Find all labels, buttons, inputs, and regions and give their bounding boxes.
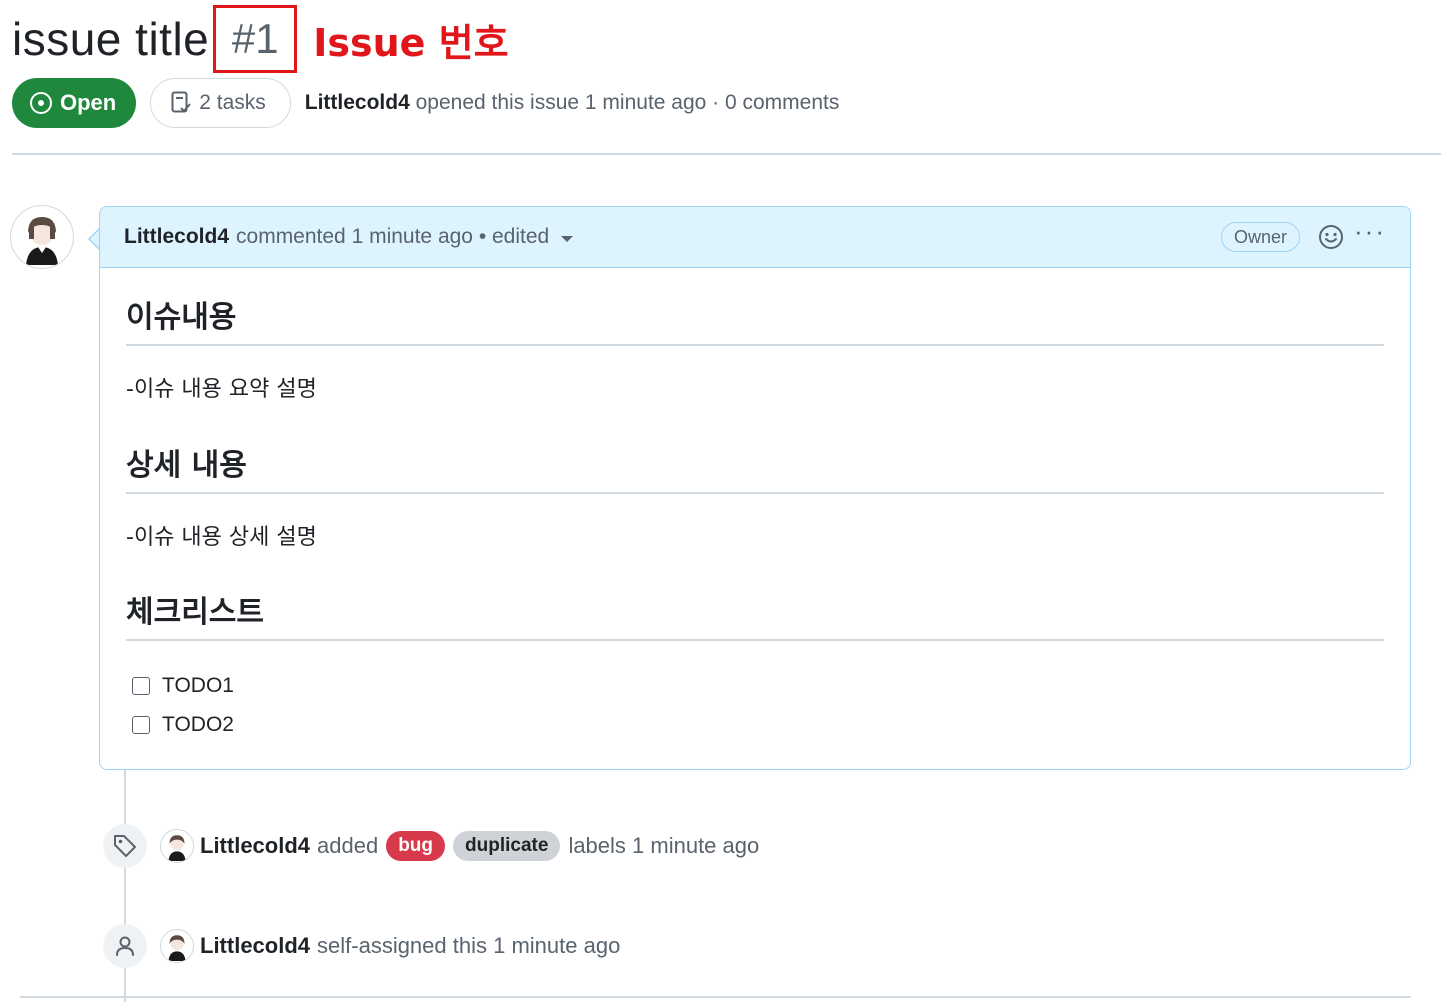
task-item[interactable]: TODO1 bbox=[132, 674, 234, 698]
label-bug[interactable]: bug bbox=[386, 831, 446, 861]
issue-title: issue title bbox=[12, 13, 210, 65]
kebab-horizontal-icon[interactable]: ··· bbox=[1354, 218, 1386, 244]
task-checkbox[interactable] bbox=[132, 716, 150, 734]
avatar[interactable] bbox=[160, 929, 194, 963]
tasks-progress-pill[interactable]: 2 tasks bbox=[150, 78, 291, 128]
timeline-labels-event: Littlecold4 added bug duplicate labels 1… bbox=[160, 828, 759, 864]
task-label: TODO2 bbox=[162, 713, 234, 736]
issue-number-highlight: #1 bbox=[213, 5, 298, 73]
section-heading: 상세 내용 bbox=[126, 448, 247, 483]
section-heading: 이슈내용 bbox=[126, 300, 237, 335]
issue-number: #1 bbox=[231, 15, 279, 62]
task-checkbox[interactable] bbox=[132, 677, 150, 695]
label-duplicate[interactable]: duplicate bbox=[453, 831, 561, 861]
issue-author-link[interactable]: Littlecold4 bbox=[305, 91, 410, 114]
heading-divider bbox=[126, 344, 1384, 346]
issue-title-row: issue title #1 Issue 번호 bbox=[12, 5, 509, 73]
issue-opened-meta: Littlecold4 opened this issue 1 minute a… bbox=[304, 91, 840, 114]
issue-opened-icon bbox=[30, 92, 52, 114]
tasklist-icon bbox=[171, 91, 191, 113]
bottom-divider bbox=[20, 996, 1411, 998]
heading-divider bbox=[126, 492, 1384, 494]
avatar-image bbox=[26, 217, 58, 265]
chevron-down-icon[interactable] bbox=[561, 236, 574, 242]
issue-state-badge: Open bbox=[12, 78, 137, 128]
smiley-icon[interactable] bbox=[1318, 224, 1344, 250]
avatar[interactable] bbox=[10, 205, 74, 269]
tasks-count: 2 tasks bbox=[199, 91, 266, 114]
issue-number-annotation: Issue 번호 bbox=[313, 20, 509, 65]
comment-meta[interactable]: commented 1 minute ago • edited bbox=[236, 225, 549, 249]
timeline-assign-event: Littlecold4 self-assigned this 1 minute … bbox=[160, 928, 620, 964]
section-heading: 체크리스트 bbox=[126, 595, 264, 630]
comment-header: Littlecold4 commented 1 minute ago • edi… bbox=[100, 207, 1410, 268]
heading-divider bbox=[126, 639, 1384, 641]
event-author-link[interactable]: Littlecold4 bbox=[200, 933, 310, 959]
tag-icon-badge bbox=[103, 824, 147, 868]
tag-icon bbox=[114, 835, 136, 857]
header-divider bbox=[12, 153, 1441, 155]
comment-author-link[interactable]: Littlecold4 bbox=[124, 225, 229, 249]
issue-meta-row: Open 2 tasks Littlecold4 opened this iss… bbox=[12, 78, 839, 128]
comment-box: Littlecold4 commented 1 minute ago • edi… bbox=[99, 206, 1411, 770]
task-item[interactable]: TODO2 bbox=[132, 713, 234, 737]
person-icon bbox=[116, 936, 134, 956]
avatar[interactable] bbox=[160, 829, 194, 863]
owner-badge: Owner bbox=[1221, 222, 1301, 252]
event-author-link[interactable]: Littlecold4 bbox=[200, 833, 310, 859]
task-label: TODO1 bbox=[162, 674, 234, 697]
section-text: -이슈 내용 상세 설명 bbox=[126, 525, 317, 550]
person-icon-badge bbox=[103, 924, 147, 968]
section-text: -이슈 내용 요약 설명 bbox=[126, 377, 317, 402]
